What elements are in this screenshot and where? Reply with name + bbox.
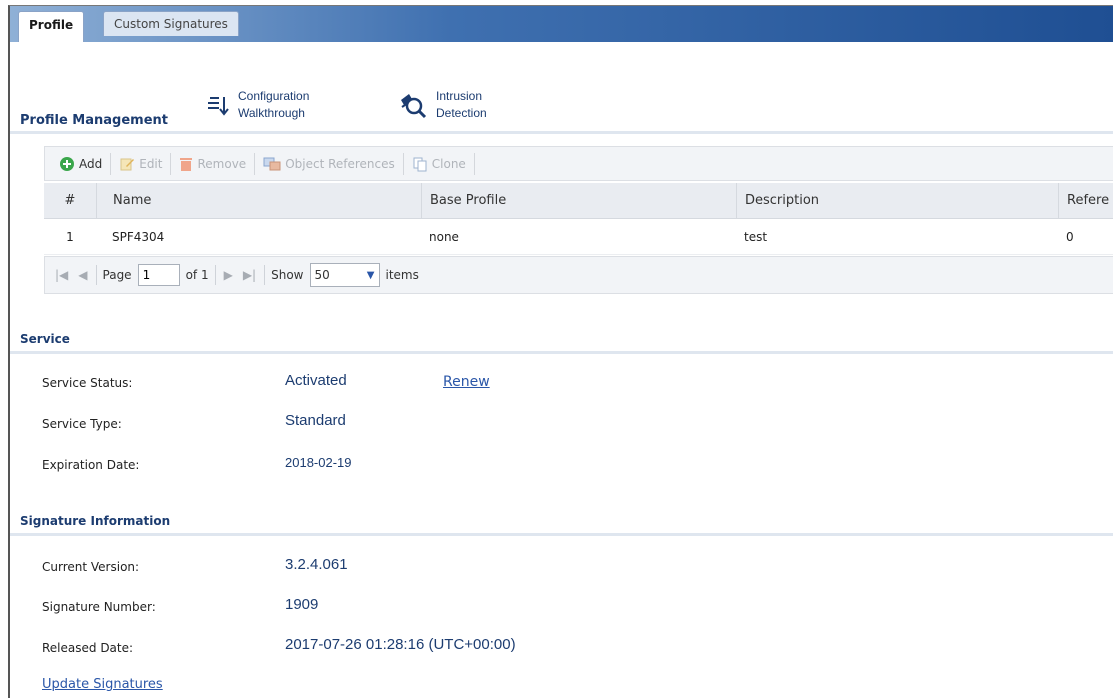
walkthrough-icon [208, 97, 229, 116]
prev-page-icon[interactable]: ◀ [76, 268, 89, 282]
profile-toolbar: Add Edit Remove Object References Clone [44, 146, 1113, 181]
object-references-icon [263, 157, 281, 170]
service-type-value: Standard [285, 412, 346, 429]
expiration-date-value: 2018-02-19 [285, 455, 352, 470]
intrusion-icon [401, 94, 427, 119]
tab-custom-signatures[interactable]: Custom Signatures [103, 11, 239, 36]
pager-separator [264, 265, 266, 285]
add-icon [60, 156, 74, 171]
toolbar-separator [110, 152, 112, 175]
signature-information-title: Signature Information [20, 514, 171, 528]
clone-button[interactable]: Clone [406, 152, 472, 176]
column-header-index[interactable]: # [44, 183, 96, 218]
service-status-label: Service Status: [42, 376, 133, 390]
trash-icon [180, 157, 193, 171]
toolbar-separator [254, 152, 256, 175]
remove-button[interactable]: Remove [173, 152, 252, 176]
divider [10, 131, 1113, 134]
divider [10, 533, 1113, 536]
intrusion-label-line2: Detection [436, 106, 487, 120]
current-version-label: Current Version: [42, 560, 140, 574]
row-references: 0 [1066, 229, 1074, 244]
intrusion-label-line1: Intrusion [436, 89, 483, 103]
signature-number-value: 1909 [285, 596, 319, 613]
row-base-profile: none [429, 229, 459, 244]
walkthrough-label-line2: Walkthrough [238, 106, 305, 120]
show-label: Show [271, 268, 304, 282]
next-page-icon[interactable]: ▶ [222, 268, 235, 282]
remove-label: Remove [197, 156, 247, 171]
table-row[interactable]: 1 SPF4304 none test 0 [44, 219, 1113, 255]
page-of-label: of 1 [185, 268, 209, 282]
signature-number-label: Signature Number: [42, 600, 156, 614]
items-label: items [385, 268, 419, 282]
object-references-button[interactable]: Object References [257, 152, 401, 176]
toolbar-separator [170, 152, 172, 175]
update-signatures-link[interactable]: Update Signatures [42, 677, 163, 692]
edit-button[interactable]: Edit [113, 152, 168, 176]
chevron-down-icon: ▼ [366, 269, 375, 281]
add-label: Add [79, 156, 103, 171]
released-date-value: 2017-07-26 01:28:16 (UTC+00:00) [285, 636, 516, 653]
pagination-bar: |◀ ◀ Page of 1 ▶ ▶| Show 50 ▼ items [44, 256, 1113, 294]
profile-management-title: Profile Management [20, 113, 168, 128]
edit-label: Edit [139, 156, 163, 171]
first-page-icon[interactable]: |◀ [53, 268, 70, 282]
current-version-value: 3.2.4.061 [285, 556, 348, 573]
items-per-page-select[interactable]: 50 ▼ [309, 263, 380, 287]
column-header-description[interactable]: Description [736, 183, 1058, 218]
last-page-icon[interactable]: ▶| [241, 268, 258, 282]
column-header-references[interactable]: Refere [1058, 183, 1113, 218]
divider [10, 351, 1113, 354]
clone-label: Clone [431, 156, 466, 171]
clone-icon [413, 157, 427, 171]
toolbar-separator [402, 152, 404, 175]
page-label: Page [102, 268, 132, 282]
expiration-date-label: Expiration Date: [42, 458, 140, 472]
column-header-name[interactable]: Name [96, 183, 421, 218]
profile-table-header: # Name Base Profile Description Refere [44, 183, 1113, 219]
pager-separator [95, 265, 97, 285]
walkthrough-label-line1: Configuration [238, 89, 310, 103]
service-status-value: Activated [285, 372, 347, 389]
intrusion-detection-link[interactable]: Intrusion Detection [398, 88, 487, 122]
renew-link[interactable]: Renew [443, 374, 490, 390]
configuration-walkthrough-link[interactable]: Configuration Walkthrough [206, 88, 309, 122]
row-description: test [744, 229, 768, 244]
add-button[interactable]: Add [53, 152, 108, 176]
column-header-base-profile[interactable]: Base Profile [421, 183, 736, 218]
pager-separator [214, 265, 216, 285]
toolbar-separator [473, 152, 475, 175]
edit-icon [120, 158, 135, 170]
service-type-label: Service Type: [42, 417, 122, 431]
object-references-label: Object References [285, 156, 395, 171]
service-title: Service [20, 332, 70, 346]
row-name: SPF4304 [112, 229, 165, 244]
released-date-label: Released Date: [42, 641, 134, 655]
row-index: 1 [66, 229, 74, 244]
items-per-page-value: 50 [314, 268, 330, 282]
tab-profile[interactable]: Profile [18, 11, 85, 42]
page-number-input[interactable] [137, 264, 180, 286]
